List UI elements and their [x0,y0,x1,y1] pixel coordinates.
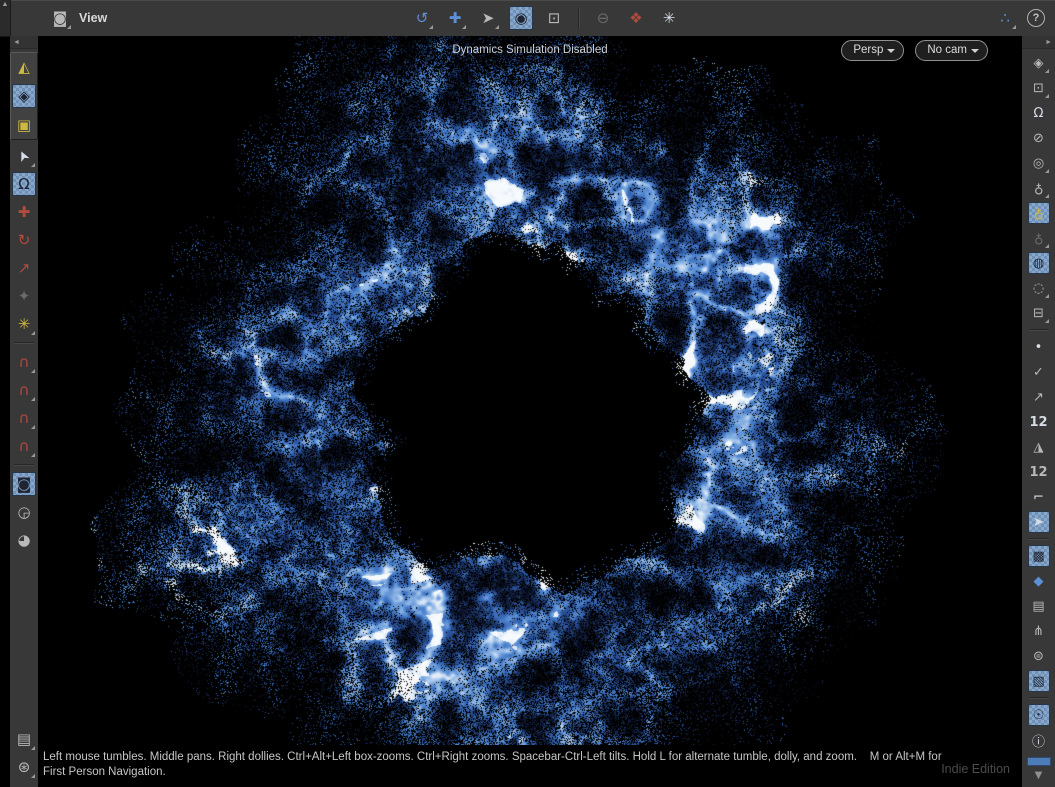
view-lock-icon[interactable]: Ω [1028,102,1050,124]
viewport-left-toolbar: ◄ ◭ ◈ ▣ ➤ Ω ✚ ↻ ↗ ✦ ✳ ∩ ∩ ∩ ∩ ◙ ◶ ◕ ▤ ⊛ [10,36,39,787]
deactivate-tool-icon[interactable]: ⊖ [591,6,615,30]
orientation-picker-icon[interactable]: ✳ [12,312,36,336]
display-primitive-normals-icon[interactable]: ◮ [1028,436,1050,458]
pose-tool-icon[interactable]: ✦ [12,284,36,308]
pane-stow-strip[interactable]: ▲ [0,0,11,36]
headlight-only-icon[interactable]: ◎ [1028,152,1050,174]
toolbar-separator [14,464,34,465]
display-point-trails-icon[interactable]: ↗ [1028,386,1050,408]
linked-pane-icon[interactable]: ∴ [993,6,1017,30]
render-region-icon[interactable]: ◶ [12,500,36,524]
toolbar-separator [1029,329,1049,330]
normal-lighting-icon[interactable]: ♀ [1028,177,1050,199]
select-mode-components-icon[interactable]: ◈ [12,84,36,108]
pane-corner-controls: ∴ ? [993,0,1045,36]
toolbar-scrollbar[interactable] [1027,757,1051,766]
camera-menu-button[interactable]: No cam [915,40,988,61]
view-tool-options: ↺ ✚ ➤ ◉ ⊡ ⊖ ❖ ✳ [410,0,681,36]
rotate-tool-icon[interactable]: ↻ [12,228,36,252]
scene-viewport: Dynamics Simulation Disabled Persp No ca… [38,36,1022,745]
box-zoom-icon[interactable]: ⊡ [542,6,566,30]
display-options-info-icon[interactable]: ⓘ [1028,729,1050,751]
projection-menu-button[interactable]: Persp [841,40,904,61]
display-options-gear-icon[interactable]: ✳ [657,6,681,30]
lighting-off-icon[interactable]: ⊘ [1028,127,1050,149]
display-materials-icon[interactable]: ◆ [1028,570,1050,592]
display-particle-sprites-icon[interactable]: ➤ [1028,511,1050,533]
navigation-help-text: Left mouse tumbles. Middle pans. Right d… [38,745,1022,780]
display-point-normals-icon[interactable]: ✓ [1028,361,1050,383]
stow-up-icon[interactable]: ▲ [2,0,9,36]
pane-title[interactable]: View [79,11,107,25]
stow-right-icon[interactable]: ► [1045,39,1052,46]
bulb-plus-glyph: ♀ [1034,206,1044,221]
display-textures-icon[interactable]: ▩ [1028,545,1050,567]
pan-tool-icon[interactable]: ✚ [443,6,467,30]
view-tool-state-icon[interactable]: ◙ [12,472,36,496]
viewport-top-toolbar: ▲ ◙ View ↺ ✚ ➤ ◉ ⊡ ⊖ ❖ ✳ ∴ ? [0,0,1055,37]
display-point-numbers-icon[interactable]: 12 [1028,411,1050,433]
selection-mode-group: ◭ ◈ ▣ [10,52,38,140]
right-toolbar-stow[interactable]: ► [1022,36,1055,49]
toolbar-separator [578,7,579,29]
snap-options-icon[interactable]: ∩ [12,434,36,458]
display-hulls-icon[interactable]: ⌐ [1028,486,1050,508]
translate-tool-icon[interactable]: ✚ [12,200,36,224]
high-quality-lighting-icon[interactable]: ♀ [1028,202,1050,224]
select-visible-objects-icon[interactable]: ◉ [509,6,533,30]
visualizers-icon[interactable]: ☉ [1028,704,1050,726]
snap-grid-icon[interactable]: ∩ [12,350,36,374]
display-points-icon[interactable]: • [1028,336,1050,358]
viewport-status-bar: Left mouse tumbles. Middle pans. Right d… [38,745,1022,787]
dolly-tool-icon[interactable]: ➤ [476,6,500,30]
houdini-window: ▲ ◙ View ↺ ✚ ➤ ◉ ⊡ ⊖ ❖ ✳ ∴ ? ◄ ◭ ◈ ▣ [0,0,1055,787]
toolbar-separator [14,342,34,343]
toolbar-separator [1029,697,1049,698]
bulb-glyph: ♀ [1034,181,1044,196]
edition-watermark: Indie Edition [941,762,1010,776]
visibility-menu-icon[interactable]: ◈ [1028,52,1050,74]
smooth-shading-icon[interactable]: ◍ [1028,252,1050,274]
view-mask-icon[interactable]: ⊜ [1028,645,1050,667]
ipr-render-icon[interactable]: ◕ [12,528,36,552]
secure-selection-lock-icon[interactable]: Ω [12,172,36,196]
snapshot-icon[interactable]: ▧ [1028,670,1050,692]
snap-primitives-icon[interactable]: ∩ [12,378,36,402]
scale-tool-icon[interactable]: ↗ [12,256,36,280]
display-primitive-numbers-icon[interactable]: 12 [1028,461,1050,483]
shadowed-lighting-icon[interactable]: ♀ [1028,227,1050,249]
viewport-canvas[interactable] [38,36,1022,745]
select-mode-objects-icon[interactable]: ◭ [12,55,36,79]
scroll-down-icon[interactable]: ▼ [1035,770,1043,781]
left-toolbar-stow[interactable]: ◄ [10,36,38,49]
viewport-display-toolbar: ► ◈ ⊡ Ω ⊘ ◎ ♀ ♀ ♀ ◍ ◌ ⊟ • ✓ ↗ 12 ◮ 12 ⌐ … [1021,36,1055,787]
pane-type-camera-icon[interactable]: ◙ [48,6,72,30]
bulb-shadow-glyph: ♀ [1034,231,1044,246]
flipbook-icon[interactable]: ▤ [12,727,36,751]
flipbook-viewer-icon[interactable]: ⊛ [12,755,36,779]
cursor-arrow-glyph: ➤ [14,147,33,164]
stow-left-icon[interactable]: ◄ [13,39,20,46]
help-icon[interactable]: ? [1027,9,1045,27]
pane-header: ◙ View [48,0,107,36]
stereo-camera-icon[interactable]: ❖ [624,6,648,30]
tumble-tool-icon[interactable]: ↺ [410,6,434,30]
background-image-icon[interactable]: ▤ [1028,595,1050,617]
snap-points-icon[interactable]: ∩ [12,406,36,430]
select-mode-dynamics-icon[interactable]: ▣ [12,113,36,137]
origin-axes-icon[interactable]: ⋔ [1028,620,1050,642]
isolation-view-icon[interactable]: ⊡ [1028,77,1050,99]
isolate-selection-icon[interactable]: ⊟ [1028,302,1050,324]
select-tool-icon[interactable]: ➤ [12,144,36,168]
camera-controls: Persp No cam [841,40,988,61]
toolbar-separator [1029,538,1049,539]
ghost-other-objects-icon[interactable]: ◌ [1028,277,1050,299]
